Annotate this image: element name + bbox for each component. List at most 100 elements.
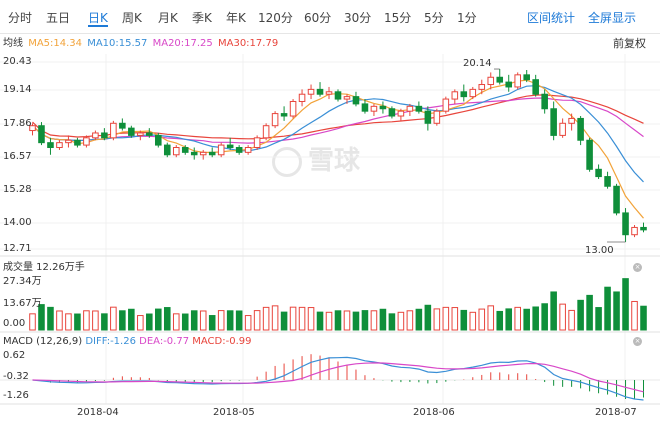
- candle-body: [199, 151, 207, 156]
- candle-body: [110, 122, 117, 139]
- macd-tick-label: -0.32: [3, 371, 29, 382]
- macd-collapse-icon[interactable]: ×: [633, 337, 642, 346]
- volume-bar: [253, 310, 261, 331]
- candle-body: [181, 147, 189, 153]
- volume-bar: [505, 308, 513, 331]
- volume-bar: [541, 303, 548, 331]
- candle-body: [155, 134, 162, 146]
- volume-bar: [298, 306, 306, 331]
- candle-body: [595, 168, 602, 178]
- candle-body: [397, 110, 405, 117]
- volume-bar: [496, 310, 504, 331]
- volume-bar: [613, 291, 620, 331]
- volume-bar: [577, 299, 584, 331]
- volume-bar: [595, 307, 602, 331]
- volume-bar: [343, 310, 351, 331]
- candle-body: [478, 84, 486, 90]
- candle-body: [379, 105, 387, 110]
- volume-bar: [550, 291, 557, 331]
- candle-body: [172, 147, 180, 156]
- volume-bar: [307, 307, 315, 331]
- volume-bar: [244, 315, 252, 331]
- price-tick-label: 15.28: [3, 184, 32, 195]
- volume-bar: [271, 305, 279, 331]
- price-tick-label: 19.14: [3, 84, 32, 95]
- candle-body: [604, 176, 611, 187]
- price-tick-label: 16.57: [3, 151, 32, 162]
- volume-bar: [325, 311, 333, 331]
- volume-bar: [172, 313, 180, 331]
- candle-body: [208, 151, 216, 156]
- candle-body: [253, 137, 261, 149]
- volume-bar: [146, 313, 153, 331]
- candle-body: [406, 105, 414, 112]
- candle-body: [388, 108, 396, 117]
- candle-body: [137, 132, 144, 136]
- candle-body: [163, 144, 171, 156]
- volume-bar: [559, 303, 566, 331]
- candle-body: [334, 91, 342, 100]
- candle-body: [424, 110, 432, 124]
- volume-bar: [388, 313, 396, 331]
- volume-bar: [478, 308, 486, 331]
- volume-bar: [442, 306, 450, 331]
- volume-bar: [532, 306, 539, 331]
- candle-body: [496, 76, 504, 83]
- candle-body: [316, 88, 324, 95]
- candle-body: [532, 79, 539, 95]
- x-tick-label: 2018-06: [413, 407, 455, 418]
- volume-bar: [514, 306, 521, 331]
- macd-title: MACD (12,26,9): [3, 336, 83, 347]
- volume-bar: [92, 310, 99, 331]
- volume-bar: [155, 308, 162, 331]
- candle-body: [523, 74, 530, 81]
- candle-body: [505, 81, 513, 88]
- candle-body: [280, 113, 288, 117]
- volume-bar: [631, 300, 638, 331]
- low-price-annotation: 13.00: [585, 245, 614, 256]
- volume-bar: [235, 310, 243, 331]
- price-tick-label: 20.43: [3, 56, 32, 67]
- volume-collapse-icon[interactable]: ×: [633, 263, 642, 272]
- candle-body: [550, 108, 557, 136]
- price-tick-label: 17.86: [3, 118, 32, 129]
- candle-body: [568, 117, 575, 124]
- candle-body: [226, 144, 234, 149]
- macd-dea: DEA:-0.77: [139, 336, 190, 347]
- candle-body: [469, 88, 477, 98]
- volume-bar: [640, 305, 647, 331]
- candle-body: [38, 125, 45, 144]
- volume-bar: [226, 310, 234, 331]
- volume-tick-label: 0.00: [3, 318, 26, 329]
- volume-bar: [523, 308, 530, 331]
- candle-body: [514, 74, 521, 88]
- volume-tick-label: 13.67万: [3, 298, 42, 309]
- volume-tick-label: 27.34万: [3, 276, 42, 287]
- volume-bar: [65, 313, 72, 331]
- candle-body: [217, 144, 225, 156]
- candle-body: [307, 88, 315, 95]
- candle-body: [262, 125, 270, 139]
- candle-body: [487, 76, 495, 86]
- volume-bar: [56, 310, 63, 331]
- price-tick-label: 12.71: [3, 243, 32, 254]
- volume-bar: [370, 310, 378, 331]
- volume-bar: [406, 310, 414, 331]
- volume-bar: [334, 310, 342, 331]
- candle-body: [146, 132, 153, 136]
- candle-body: [370, 105, 378, 112]
- candle-body: [541, 93, 548, 110]
- volume-bar: [415, 308, 423, 331]
- volume-bar: [181, 313, 189, 331]
- candle-body: [361, 103, 369, 112]
- volume-bar: [487, 305, 495, 331]
- volume-title: 成交量 12.26万手: [3, 262, 85, 273]
- x-tick-label: 2018-05: [213, 407, 255, 418]
- high-price-annotation: 20.14: [463, 58, 492, 69]
- candle-body: [65, 139, 72, 144]
- candle-body: [83, 137, 90, 146]
- volume-bar: [262, 306, 270, 331]
- candlestick-chart[interactable]: [0, 0, 660, 425]
- volume-bar: [568, 309, 575, 331]
- macd-value: MACD:-0.99: [192, 336, 252, 347]
